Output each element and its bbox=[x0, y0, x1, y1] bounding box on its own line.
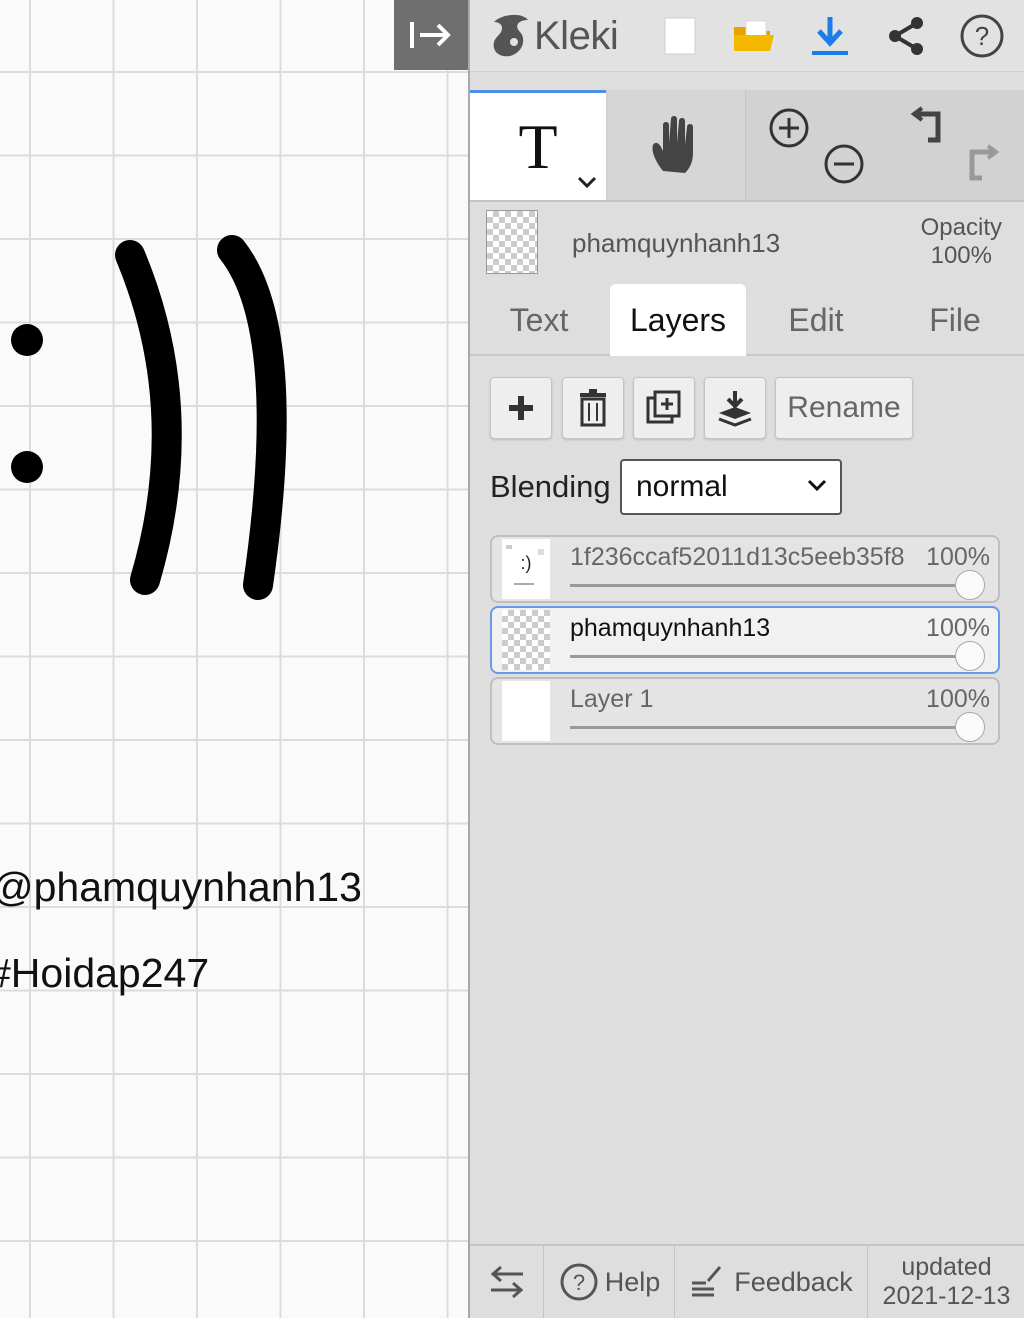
svg-text::): :) bbox=[521, 553, 532, 573]
text-tool-button[interactable]: T bbox=[470, 90, 606, 200]
feedback-pencil-icon bbox=[692, 1266, 722, 1297]
layer-preview-image: :) bbox=[502, 539, 550, 599]
tab-text[interactable]: Text bbox=[470, 284, 608, 356]
blending-label: Blending bbox=[490, 469, 611, 504]
zoom-in-icon[interactable] bbox=[767, 106, 811, 150]
panel-tabs: Text Layers Edit File bbox=[470, 284, 1024, 356]
opacity-value: 100% bbox=[930, 242, 992, 269]
blending-value: normal bbox=[636, 470, 728, 503]
layer-opacity-handle[interactable] bbox=[955, 570, 985, 600]
app-name: Kleki bbox=[534, 13, 619, 58]
layer-opacity-slider[interactable] bbox=[570, 726, 970, 729]
kleki-logo-icon bbox=[493, 14, 528, 57]
drawing-canvas[interactable]: @phamquynhanh13 #Hoidap247 bbox=[0, 0, 468, 1318]
undo-redo-buttons bbox=[886, 90, 1024, 200]
merge-down-icon bbox=[718, 391, 752, 427]
tool-row: T bbox=[470, 90, 1024, 202]
toggle-sidebar-button[interactable] bbox=[394, 0, 468, 70]
layer-thumbnail bbox=[502, 681, 550, 741]
smiley-drawing bbox=[11, 235, 287, 600]
help-button[interactable]: ? Help bbox=[545, 1246, 675, 1318]
current-layer-info: phamquynhanh13 Opacity 100% bbox=[470, 204, 1024, 284]
layer-thumbnail bbox=[502, 610, 550, 670]
duplicate-layer-button[interactable] bbox=[633, 377, 695, 439]
layer-thumbnail: :) bbox=[502, 539, 550, 599]
current-layer-thumbnail bbox=[486, 210, 538, 274]
tab-layers[interactable]: Layers bbox=[610, 284, 746, 356]
help-circle-icon: ? bbox=[960, 14, 1004, 58]
plus-icon bbox=[509, 396, 533, 420]
hand-tool-button[interactable] bbox=[608, 90, 746, 200]
layer-list-item[interactable]: phamquynhanh13 100% bbox=[490, 606, 1000, 674]
top-bar: Kleki ? bbox=[470, 0, 1024, 72]
layer-opacity-value: 100% bbox=[926, 543, 990, 571]
sidebar: Kleki ? T phamquynhanh13 Opacity 100% Te… bbox=[468, 0, 1024, 1318]
current-layer-opacity: Opacity 100% bbox=[921, 214, 1002, 270]
folder-icon bbox=[734, 20, 774, 51]
current-layer-name: phamquynhanh13 bbox=[572, 228, 781, 258]
updated-date: 2021-12-13 bbox=[882, 1282, 1011, 1310]
rename-layer-button[interactable]: Rename bbox=[775, 377, 913, 439]
blending-select[interactable]: normal bbox=[620, 459, 842, 515]
layer-opacity-slider[interactable] bbox=[570, 655, 970, 658]
redo-icon[interactable] bbox=[962, 142, 1006, 186]
blending-row: Blending normal bbox=[490, 459, 842, 515]
help-top-button[interactable]: ? bbox=[956, 10, 1008, 62]
layer-name: phamquynhanh13 bbox=[570, 614, 771, 642]
merge-layer-button[interactable] bbox=[704, 377, 766, 439]
changelog-link[interactable]: updated 2021-12-13 bbox=[869, 1246, 1024, 1318]
layer-opacity-value: 100% bbox=[926, 685, 990, 713]
layer-opacity-slider[interactable] bbox=[570, 584, 970, 587]
share-icon bbox=[889, 17, 923, 55]
layer-name: Layer 1 bbox=[570, 685, 654, 713]
canvas-hashtag-text: #Hoidap247 bbox=[0, 950, 210, 996]
canvas-username-text: @phamquynhanh13 bbox=[0, 864, 362, 910]
hand-icon bbox=[651, 116, 693, 173]
layer-name: 1f236ccaf52011d13c5eeb35f8 bbox=[570, 543, 905, 571]
share-button[interactable] bbox=[880, 10, 932, 62]
feedback-label: Feedback bbox=[734, 1266, 853, 1297]
zoom-buttons bbox=[747, 90, 885, 200]
download-icon bbox=[812, 17, 848, 55]
layer-list-item[interactable]: Layer 1 100% bbox=[490, 677, 1000, 745]
tab-file[interactable]: File bbox=[886, 284, 1024, 356]
layer-opacity-handle[interactable] bbox=[955, 712, 985, 742]
delete-layer-button[interactable] bbox=[562, 377, 624, 439]
trash-icon bbox=[580, 389, 606, 427]
layer-opacity-value: 100% bbox=[926, 614, 990, 642]
svg-text:?: ? bbox=[573, 1270, 585, 1295]
swap-arrows-icon bbox=[490, 1265, 523, 1299]
duplicate-icon bbox=[646, 390, 681, 424]
collapse-arrow-icon bbox=[410, 22, 451, 48]
layer-list-item[interactable]: :) 1f236ccaf52011d13c5eeb35f8 100% bbox=[490, 535, 1000, 603]
tab-edit[interactable]: Edit bbox=[748, 284, 884, 356]
open-file-button[interactable] bbox=[728, 10, 780, 62]
add-layer-button[interactable] bbox=[490, 377, 552, 439]
swap-side-button[interactable] bbox=[470, 1246, 544, 1318]
kleki-logo[interactable]: Kleki bbox=[488, 8, 619, 64]
text-tool-icon: T bbox=[518, 110, 558, 182]
layer-opacity-handle[interactable] bbox=[955, 641, 985, 671]
help-label: Help bbox=[604, 1266, 661, 1297]
chevron-down-icon bbox=[807, 479, 827, 492]
bottom-bar: ? Help Feedback updated 2021-12-13 bbox=[470, 1244, 1024, 1318]
svg-text:?: ? bbox=[975, 21, 989, 51]
feedback-button[interactable]: Feedback bbox=[676, 1246, 868, 1318]
updated-label: updated bbox=[901, 1253, 992, 1281]
new-file-icon bbox=[664, 17, 696, 55]
help-circle-icon: ? bbox=[560, 1263, 598, 1301]
new-image-button[interactable] bbox=[654, 10, 706, 62]
chevron-down-icon[interactable] bbox=[576, 175, 598, 189]
save-button[interactable] bbox=[804, 10, 856, 62]
opacity-label: Opacity bbox=[920, 214, 1002, 241]
zoom-out-icon[interactable] bbox=[822, 142, 866, 186]
undo-icon[interactable] bbox=[904, 106, 948, 150]
